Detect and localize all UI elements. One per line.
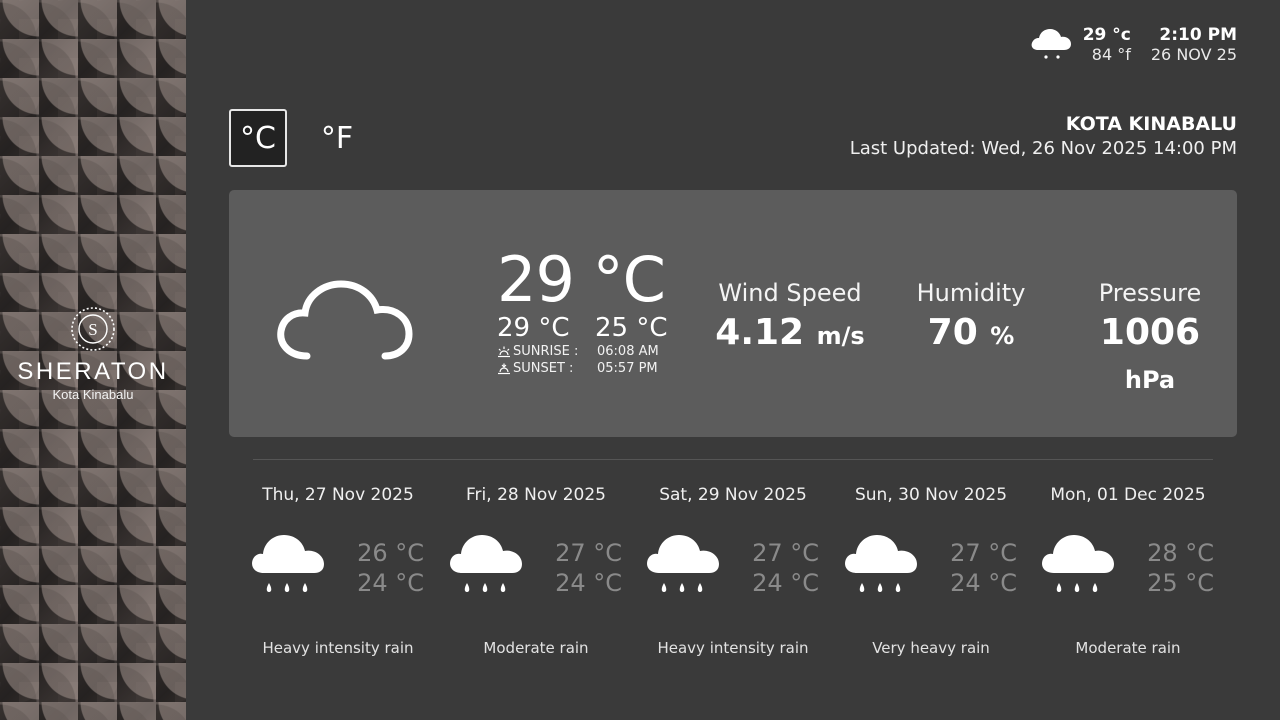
forecast-description: Moderate rain	[1075, 639, 1181, 657]
wind-speed-unit: m/s	[816, 322, 865, 350]
pressure-value: 1006	[1099, 312, 1201, 353]
clock-date: 26 NOV 25	[1150, 45, 1237, 64]
last-updated: Last Updated: Wed, 26 Nov 2025 14:00 PM	[849, 138, 1237, 159]
forecast-date: Thu, 27 Nov 2025	[262, 485, 414, 505]
brand-location: Kota Kinabalu	[52, 387, 134, 402]
forecast-day: Sat, 29 Nov 2025 27 °C 24 °C Heavy inten…	[633, 485, 833, 675]
sunrise-row: SUNRISE : 06:08 AM	[497, 343, 668, 360]
humidity-unit: %	[990, 322, 1015, 350]
wind-speed-value-row: 4.12 m/s	[715, 311, 865, 358]
brand-sidebar: S SHERATON Kota Kinabalu	[0, 0, 186, 720]
forecast-low: 24 °C	[555, 569, 622, 597]
cloud-rain-icon	[1042, 535, 1114, 592]
sunset-row: SUNSET : 05:57 PM	[497, 360, 668, 377]
wind-speed-stat: Wind Speed 4.12 m/s	[715, 279, 865, 358]
mini-temp-f: 84 °f	[1091, 45, 1131, 64]
sunrise-time: 06:08 AM	[597, 344, 659, 359]
forecast-day: Sun, 30 Nov 2025 27 °C 24 °C Very heavy …	[831, 485, 1031, 675]
pressure-label: Pressure	[1098, 279, 1202, 307]
forecast-day: Fri, 28 Nov 2025 27 °C 24 °C Moderate ra…	[436, 485, 636, 675]
cloud-rain-icon	[450, 535, 522, 592]
logo-letter: S	[88, 320, 97, 339]
forecast-day: Mon, 01 Dec 2025 28 °C 25 °C Moderate ra…	[1028, 485, 1228, 675]
brand-block: S SHERATON Kota Kinabalu	[0, 306, 186, 402]
forecast-date: Mon, 01 Dec 2025	[1050, 485, 1206, 505]
wind-speed-value: 4.12	[715, 312, 805, 353]
location-name: KOTA KINABALU	[1065, 113, 1237, 135]
sunset-label: SUNSET :	[513, 361, 574, 376]
humidity-value-row: 70 %	[905, 311, 1037, 358]
forecast-low: 24 °C	[950, 569, 1017, 597]
current-weather-card: 29 °C 29 °C 25 °C SUNRISE : 06:08 AM SUN…	[229, 190, 1237, 437]
forecast-high: 27 °C	[555, 539, 622, 567]
humidity-value: 70	[927, 312, 978, 353]
pressure-unit: hPa	[1124, 366, 1176, 394]
forecast-date: Sat, 29 Nov 2025	[659, 485, 807, 505]
cloud-outline-icon	[277, 280, 413, 360]
sunset-time: 05:57 PM	[597, 361, 658, 376]
temp-low: 25 °C	[595, 313, 668, 343]
sheraton-logo-icon: S	[71, 307, 115, 351]
mini-temp-c: 29 °c	[1082, 25, 1131, 45]
cloud-rain-icon	[252, 535, 324, 592]
forecast-high: 27 °C	[752, 539, 819, 567]
forecast-low: 25 °C	[1147, 569, 1214, 597]
wind-speed-label: Wind Speed	[718, 279, 862, 307]
pressure-stat: Pressure 1006 hPa	[1075, 279, 1225, 402]
forecast-high: 27 °C	[950, 539, 1017, 567]
current-temp: 29 °C	[497, 243, 666, 316]
forecast-description: Heavy intensity rain	[262, 639, 414, 657]
fahrenheit-toggle-button[interactable]: °F	[312, 109, 362, 167]
forecast-description: Very heavy rain	[872, 639, 990, 657]
clock: 2:10 PM 26 NOV 25	[1150, 25, 1237, 65]
brand-name: SHERATON	[17, 358, 169, 385]
humidity-label: Humidity	[916, 279, 1026, 307]
forecast-low: 24 °C	[752, 569, 819, 597]
current-mini-temps: 29 °c 84 °f	[1082, 25, 1131, 65]
temp-high: 29 °C	[497, 313, 570, 343]
current-temp-block: 29 °C 29 °C 25 °C SUNRISE : 06:08 AM SUN…	[497, 245, 668, 377]
pressure-value-row: 1006 hPa	[1075, 311, 1225, 402]
cloud-rain-icon	[647, 535, 719, 592]
clock-time: 2:10 PM	[1159, 25, 1237, 45]
forecast-description: Moderate rain	[483, 639, 589, 657]
forecast-description: Heavy intensity rain	[657, 639, 809, 657]
forecast-low: 24 °C	[357, 569, 424, 597]
sunrise-icon	[498, 346, 510, 357]
forecast-high: 28 °C	[1147, 539, 1214, 567]
sunrise-label: SUNRISE :	[513, 344, 579, 359]
forecast-date: Fri, 28 Nov 2025	[466, 485, 606, 505]
temp-range: 29 °C 25 °C	[497, 313, 668, 343]
cloud-rain-icon	[1031, 29, 1071, 59]
sunset-icon	[498, 363, 510, 374]
forecast-high: 26 °C	[357, 539, 424, 567]
status-bar: 29 °c 84 °f 2:10 PM 26 NOV 25	[1029, 26, 1237, 64]
cloud-rain-icon	[845, 535, 917, 592]
forecast-day: Thu, 27 Nov 2025 26 °C 24 °C Heavy inten…	[238, 485, 438, 675]
forecast-row: Thu, 27 Nov 2025 26 °C 24 °C Heavy inten…	[238, 485, 1228, 675]
section-divider	[253, 459, 1213, 460]
location-block: KOTA KINABALU Last Updated: Wed, 26 Nov …	[850, 112, 1237, 162]
celsius-toggle-button[interactable]: °C	[229, 109, 287, 167]
humidity-stat: Humidity 70 %	[905, 279, 1037, 358]
forecast-date: Sun, 30 Nov 2025	[854, 485, 1008, 505]
